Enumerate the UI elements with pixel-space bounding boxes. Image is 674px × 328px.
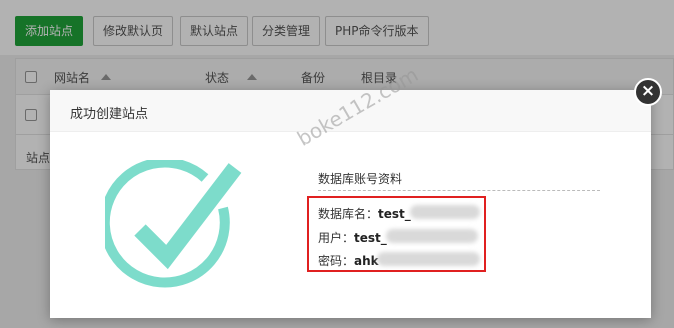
db-info-title: 数据库账号资料 (318, 172, 403, 186)
highlight-box (307, 196, 486, 272)
close-icon[interactable]: × (634, 78, 662, 106)
dashed-divider (318, 190, 600, 191)
dialog-title: 成功创建站点 (70, 107, 149, 122)
checkmark-circle-icon (105, 160, 242, 288)
